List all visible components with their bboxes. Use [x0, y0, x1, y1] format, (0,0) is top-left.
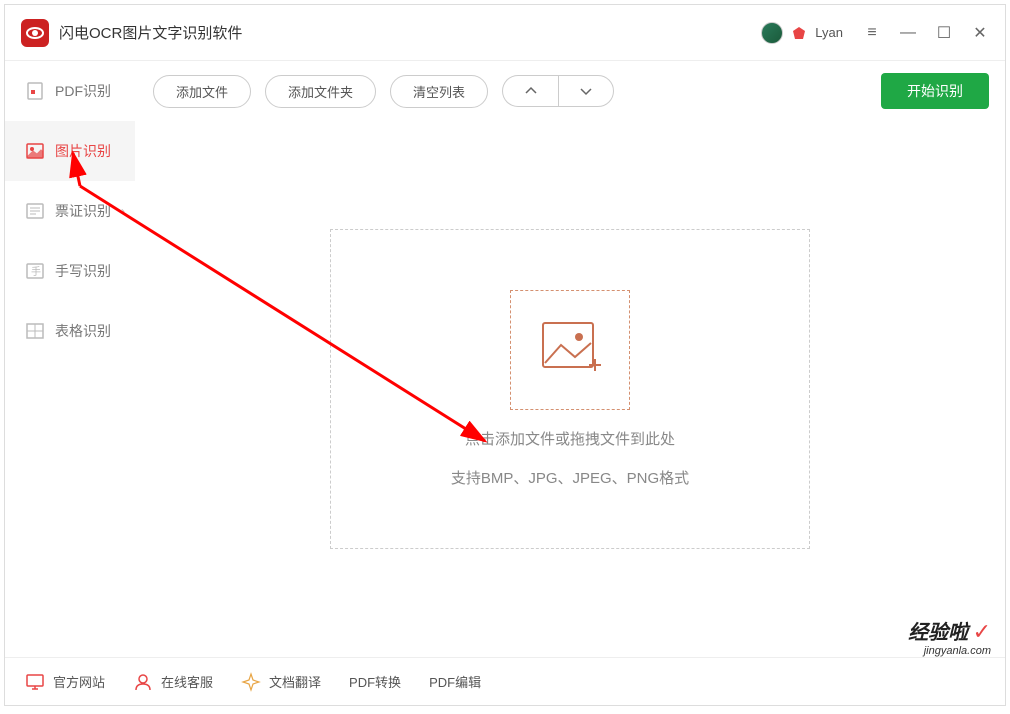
footer-label: 文档翻译	[269, 672, 321, 691]
sidebar-item-label: 图片识别	[55, 141, 111, 161]
sidebar-item-table[interactable]: 表格识别	[5, 301, 135, 361]
minimize-button[interactable]: —	[899, 24, 917, 42]
clear-list-button[interactable]: 清空列表	[390, 75, 488, 108]
footer: 官方网站 在线客服 文档翻译 PDF转换 PDF编辑	[5, 657, 1005, 705]
footer-pdf-convert[interactable]: PDF转换	[349, 672, 401, 691]
pdf-icon	[25, 81, 45, 101]
sidebar-item-handwrite[interactable]: 手 手写识别	[5, 241, 135, 301]
sidebar: 图片识别 票证识别 › 手 手写识别	[5, 121, 135, 657]
sidebar-item-label: PDF识别	[55, 81, 111, 101]
dropzone-text-1: 点击添加文件或拖拽文件到此处	[465, 428, 675, 449]
footer-label: PDF编辑	[429, 672, 481, 691]
footer-label: 在线客服	[161, 672, 213, 691]
add-folder-button[interactable]: 添加文件夹	[265, 75, 376, 108]
add-file-button[interactable]: 添加文件	[153, 75, 251, 108]
sidebar-item-pdf[interactable]: PDF识别	[5, 61, 135, 121]
toolbar-buttons: 添加文件 添加文件夹 清空列表	[153, 75, 488, 108]
chevron-down-icon	[579, 84, 593, 98]
app-logo	[21, 19, 49, 47]
add-image-icon	[535, 315, 605, 385]
chevron-up-icon	[524, 84, 538, 98]
watermark: 经验啦 ✓ jingyanla.com	[908, 616, 991, 657]
headset-icon	[133, 672, 153, 692]
reorder-buttons	[502, 75, 614, 107]
svg-text:手: 手	[31, 265, 41, 278]
title-bar: 闪电OCR图片文字识别软件 Lyan ≡ — ☐ ✕	[5, 5, 1005, 61]
maximize-button[interactable]: ☐	[935, 23, 953, 43]
footer-pdf-edit[interactable]: PDF编辑	[429, 672, 481, 691]
app-title: 闪电OCR图片文字识别软件	[59, 22, 761, 43]
sidebar-item-image[interactable]: 图片识别	[5, 121, 135, 181]
dropzone[interactable]: 点击添加文件或拖拽文件到此处 支持BMP、JPG、JPEG、PNG格式	[330, 229, 810, 549]
vip-badge-icon	[791, 25, 807, 41]
eye-icon	[25, 23, 45, 43]
avatar[interactable]	[761, 22, 783, 44]
chevron-right-icon: ›	[121, 204, 125, 218]
watermark-text: 经验啦	[908, 622, 968, 644]
username: Lyan	[815, 25, 843, 40]
start-recognition-button[interactable]: 开始识别	[881, 73, 989, 109]
move-down-button[interactable]	[558, 75, 614, 107]
sidebar-item-ticket[interactable]: 票证识别 ›	[5, 181, 135, 241]
checkmark-icon: ✓	[973, 619, 991, 644]
footer-website[interactable]: 官方网站	[25, 672, 105, 692]
watermark-url: jingyanla.com	[908, 645, 991, 657]
sidebar-item-label: 票证识别	[55, 201, 111, 221]
dropzone-icon-box	[510, 290, 630, 410]
footer-label: 官方网站	[53, 672, 105, 691]
monitor-icon	[25, 672, 45, 692]
table-icon	[25, 321, 45, 341]
menu-button[interactable]: ≡	[863, 24, 881, 42]
image-icon	[25, 141, 45, 161]
user-area[interactable]: Lyan	[761, 22, 843, 44]
footer-label: PDF转换	[349, 672, 401, 691]
footer-translate[interactable]: 文档翻译	[241, 672, 321, 692]
main-area: 图片识别 票证识别 › 手 手写识别	[5, 121, 1005, 657]
toolbar: PDF识别 添加文件 添加文件夹 清空列表 开始识别	[5, 61, 1005, 121]
footer-support[interactable]: 在线客服	[133, 672, 213, 692]
move-up-button[interactable]	[502, 75, 558, 107]
window-controls: ≡ — ☐ ✕	[863, 23, 989, 43]
dropzone-text-2: 支持BMP、JPG、JPEG、PNG格式	[451, 467, 689, 488]
ticket-icon	[25, 201, 45, 221]
content-area: 点击添加文件或拖拽文件到此处 支持BMP、JPG、JPEG、PNG格式	[135, 121, 1005, 657]
sidebar-item-label: 表格识别	[55, 321, 111, 341]
handwrite-icon: 手	[25, 261, 45, 281]
sparkle-icon	[241, 672, 261, 692]
sidebar-item-label: 手写识别	[55, 261, 111, 281]
close-button[interactable]: ✕	[971, 23, 989, 43]
